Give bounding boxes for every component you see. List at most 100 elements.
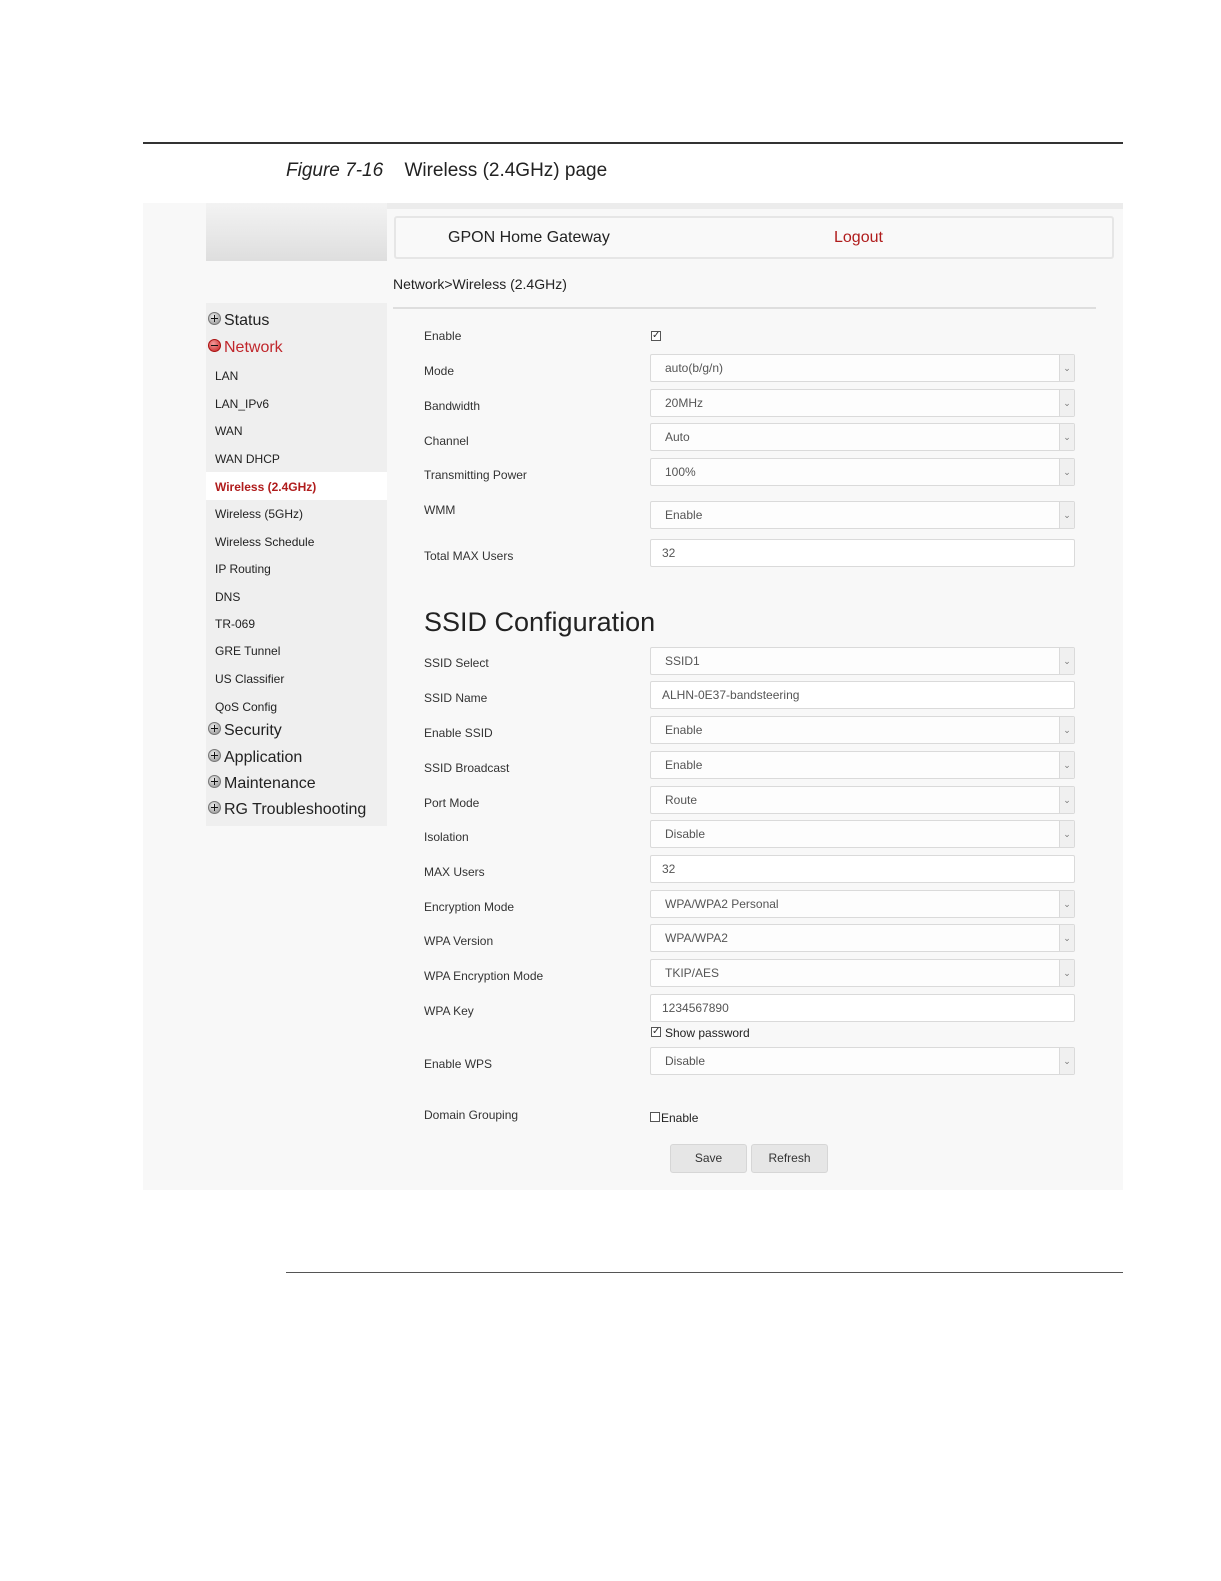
wpa-key-label: WPA Key	[424, 1004, 474, 1018]
nav-application[interactable]: Application	[208, 748, 303, 767]
nav-dns[interactable]: DNS	[215, 590, 240, 604]
nav-us-classifier[interactable]: US Classifier	[215, 672, 284, 686]
mode-label: Mode	[424, 364, 455, 378]
nav-gre-tunnel[interactable]: GRE Tunnel	[215, 644, 280, 658]
nav-status-label: Status	[224, 312, 270, 329]
show-password-checkbox[interactable]: ✓	[651, 1027, 661, 1037]
nav-wireless-5ghz[interactable]: Wireless (5GHz)	[215, 507, 303, 521]
nav-network[interactable]: Network	[208, 338, 283, 357]
port-mode-value: Route	[665, 793, 698, 807]
wpa-encryption-mode-select[interactable]: TKIP/AES ⌄	[650, 959, 1075, 987]
top-strip	[387, 203, 1123, 209]
ssid-broadcast-label: SSID Broadcast	[424, 761, 510, 775]
encryption-mode-select[interactable]: WPA/WPA2 Personal ⌄	[650, 890, 1075, 918]
nav-wan-dhcp[interactable]: WAN DHCP	[215, 452, 280, 466]
nav-maintenance[interactable]: Maintenance	[208, 774, 316, 793]
wmm-value: Enable	[665, 508, 703, 522]
nav-wireless-schedule[interactable]: Wireless Schedule	[215, 535, 314, 549]
total-max-users-value: 32	[662, 546, 676, 560]
gateway-screenshot: GPON Home Gateway Logout Network>Wireles…	[143, 203, 1123, 1190]
nav-status[interactable]: Status	[208, 311, 270, 330]
ssid-name-label: SSID Name	[424, 691, 488, 705]
enable-ssid-select[interactable]: Enable ⌄	[650, 716, 1075, 744]
wmm-label: WMM	[424, 503, 456, 517]
nav-wireless-24ghz[interactable]: Wireless (2.4GHz)	[215, 480, 316, 494]
nav-network-label: Network	[224, 339, 283, 356]
max-users-input[interactable]: 32	[650, 855, 1075, 883]
chevron-down-icon: ⌄	[1059, 925, 1074, 951]
enable-ssid-value: Enable	[665, 723, 703, 737]
isolation-select[interactable]: Disable ⌄	[650, 820, 1075, 848]
nav-application-label: Application	[224, 749, 303, 766]
wpa-version-label: WPA Version	[424, 934, 494, 948]
enable-ssid-label: Enable SSID	[424, 726, 493, 740]
breadcrumb: Network>Wireless (2.4GHz)	[393, 276, 567, 292]
nav-qos-config[interactable]: QoS Config	[215, 700, 277, 714]
domain-grouping-label: Domain Grouping	[424, 1108, 519, 1122]
chevron-down-icon: ⌄	[1059, 459, 1074, 485]
logout-link[interactable]: Logout	[834, 229, 883, 247]
channel-value: Auto	[665, 430, 690, 444]
chevron-down-icon: ⌄	[1059, 424, 1074, 450]
app-title: GPON Home Gateway	[448, 229, 610, 246]
chevron-down-icon: ⌄	[1059, 717, 1074, 743]
nav-rg-troubleshooting-label: RG Troubleshooting	[224, 801, 367, 818]
expand-plus-icon	[208, 311, 221, 325]
figure-title: Wireless (2.4GHz) page	[404, 160, 608, 181]
port-mode-label: Port Mode	[424, 796, 480, 810]
nav-lan-ipv6[interactable]: LAN_IPv6	[215, 397, 269, 411]
channel-label: Channel	[424, 434, 469, 448]
wmm-select[interactable]: Enable ⌄	[650, 501, 1075, 529]
mode-value: auto(b/g/n)	[665, 361, 724, 375]
isolation-value: Disable	[665, 827, 706, 841]
ssid-broadcast-select[interactable]: Enable ⌄	[650, 751, 1075, 779]
nav-ip-routing[interactable]: IP Routing	[215, 562, 271, 576]
transmitting-power-label: Transmitting Power	[424, 468, 527, 482]
chevron-down-icon: ⌄	[1059, 821, 1074, 847]
enable-wps-select[interactable]: Disable ⌄	[650, 1047, 1075, 1075]
nav-maintenance-label: Maintenance	[224, 775, 316, 792]
nav-lan[interactable]: LAN	[215, 369, 238, 383]
channel-select[interactable]: Auto ⌄	[650, 423, 1075, 451]
ssid-name-input[interactable]: ALHN-0E37-bandsteering	[650, 681, 1075, 709]
chevron-down-icon: ⌄	[1059, 960, 1074, 986]
ssid-select-value: SSID1	[665, 654, 700, 668]
wpa-version-select[interactable]: WPA/WPA2 ⌄	[650, 924, 1075, 952]
bandwidth-select[interactable]: 20MHz ⌄	[650, 389, 1075, 417]
max-users-label: MAX Users	[424, 865, 485, 879]
figure-number: Figure 7-16	[286, 160, 384, 181]
expand-plus-icon	[208, 748, 221, 762]
ssid-section-title: SSID Configuration	[424, 607, 656, 637]
top-rule	[143, 142, 1123, 144]
collapse-minus-icon	[208, 338, 221, 352]
transmitting-power-select[interactable]: 100% ⌄	[650, 458, 1075, 486]
isolation-label: Isolation	[424, 830, 469, 844]
port-mode-select[interactable]: Route ⌄	[650, 786, 1075, 814]
max-users-value: 32	[662, 862, 676, 876]
enable-checkbox[interactable]: ✓	[651, 331, 661, 341]
refresh-button[interactable]: Refresh	[751, 1144, 828, 1173]
bandwidth-label: Bandwidth	[424, 399, 481, 413]
wpa-encryption-mode-label: WPA Encryption Mode	[424, 969, 544, 983]
nav-rg-troubleshooting[interactable]: RG Troubleshooting	[208, 800, 367, 819]
save-button[interactable]: Save	[670, 1144, 747, 1173]
chevron-down-icon: ⌄	[1059, 390, 1074, 416]
nav-security[interactable]: Security	[208, 721, 282, 740]
enable-label: Enable	[424, 329, 462, 343]
chevron-down-icon: ⌄	[1059, 752, 1074, 778]
domain-grouping-checkbox[interactable]	[650, 1112, 660, 1122]
wpa-key-input[interactable]: 1234567890	[650, 994, 1075, 1022]
chevron-down-icon: ⌄	[1059, 355, 1074, 381]
chevron-down-icon: ⌄	[1059, 648, 1074, 674]
nav-wan[interactable]: WAN	[215, 424, 243, 438]
ssid-select-label: SSID Select	[424, 656, 489, 670]
mode-select[interactable]: auto(b/g/n) ⌄	[650, 354, 1075, 382]
bandwidth-value: 20MHz	[665, 396, 704, 410]
ssid-select[interactable]: SSID1 ⌄	[650, 647, 1075, 675]
transmitting-power-value: 100%	[665, 465, 696, 479]
nav-security-label: Security	[224, 722, 282, 739]
total-max-users-input[interactable]: 32	[650, 539, 1075, 567]
ssid-broadcast-value: Enable	[665, 758, 703, 772]
nav-tr069[interactable]: TR-069	[215, 617, 255, 631]
enable-wps-label: Enable WPS	[424, 1057, 493, 1071]
